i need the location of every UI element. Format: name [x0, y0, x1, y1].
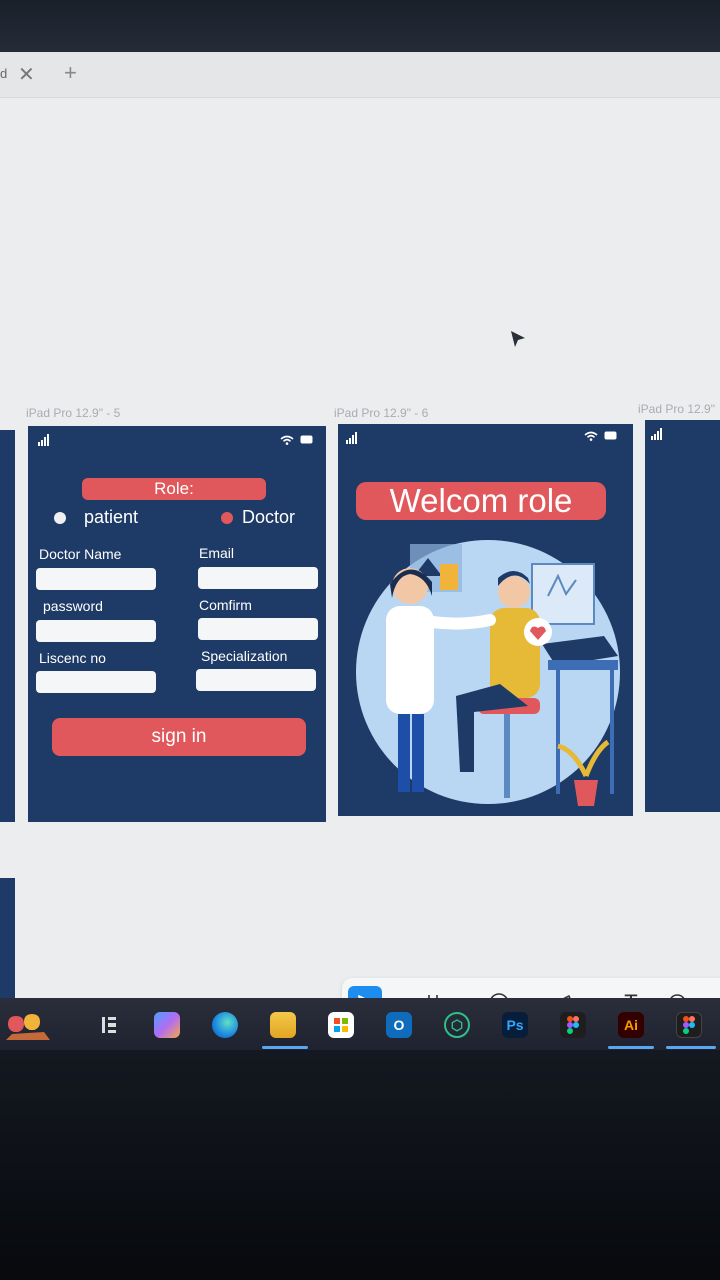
store-icon[interactable] [328, 1012, 354, 1038]
patient-label: patient [84, 507, 139, 527]
bottom-bezel [0, 1050, 720, 1280]
mouse-cursor-icon [511, 331, 525, 347]
copilot-icon[interactable] [154, 1012, 180, 1038]
task-view-icon[interactable] [96, 1012, 122, 1038]
file-explorer-icon[interactable] [270, 1012, 296, 1038]
photoshop-icon[interactable]: Ps [502, 1012, 528, 1038]
partial-frame-left[interactable] [0, 430, 15, 822]
email-field[interactable] [198, 567, 318, 589]
figma-icon[interactable] [560, 1012, 586, 1038]
partial-frame-right[interactable] [645, 420, 720, 812]
email-label: Email [199, 545, 235, 561]
doctor-radio[interactable] [221, 512, 233, 524]
tab-title-fragment[interactable]: d [0, 66, 7, 81]
welcome-title: Welcom role [356, 482, 606, 520]
signal-icon [651, 428, 665, 440]
doctor-label: Doctor [242, 507, 296, 527]
design-canvas[interactable]: iPad Pro 12.9" - 5 iPad Pro 12.9" - 6 iP… [0, 98, 720, 1042]
role-heading: Role: [82, 478, 266, 500]
signal-icon [346, 432, 360, 444]
password-label: password [43, 598, 103, 614]
frame-label-welcome[interactable]: iPad Pro 12.9" - 6 [334, 406, 428, 420]
vpn-shield-icon[interactable]: ⬡ [444, 1012, 470, 1038]
figma-icon[interactable] [676, 1012, 702, 1038]
frame-role-form[interactable]: Role: patient Doctor Doctor Name Email p… [28, 426, 326, 822]
specialization-field[interactable] [196, 669, 316, 691]
figma-window: d ✕ + iPad Pro 12.9" - 5 iPad Pro 12.9" … [0, 52, 720, 1042]
close-tab-icon[interactable]: ✕ [18, 62, 35, 87]
doctor-name-label: Doctor Name [39, 546, 122, 562]
frame-label-right[interactable]: iPad Pro 12.9" [638, 402, 715, 416]
illustrator-icon[interactable]: Ai [618, 1012, 644, 1038]
doctor-name-field[interactable] [36, 568, 156, 590]
sign-in-button[interactable]: sign in [52, 718, 306, 756]
patient-radio[interactable] [54, 512, 66, 524]
license-label: Liscenc no [39, 650, 106, 666]
windows-taskbar: O ⬡ Ps Ai [0, 998, 720, 1050]
specialization-label: Specialization [201, 648, 288, 664]
outlook-icon[interactable]: O [386, 1012, 412, 1038]
battery-icon [604, 431, 617, 440]
wifi-icon [280, 435, 294, 445]
password-field[interactable] [36, 620, 156, 642]
top-bezel [0, 0, 720, 52]
battery-icon [300, 435, 313, 444]
wifi-icon [584, 431, 598, 441]
active-app-indicator [608, 1046, 654, 1049]
signal-icon [38, 434, 52, 446]
frame-label-form[interactable]: iPad Pro 12.9" - 5 [26, 406, 120, 420]
doctor-patient-illustration [356, 540, 620, 806]
active-app-indicator [666, 1046, 716, 1049]
tab-bar: d ✕ + [0, 52, 720, 98]
confirm-label: Comfirm [199, 597, 252, 613]
edge-icon[interactable] [212, 1012, 238, 1038]
partial-frame-left-lower[interactable] [0, 878, 15, 1008]
active-app-indicator [262, 1046, 308, 1049]
license-field[interactable] [36, 671, 156, 693]
new-tab-icon[interactable]: + [64, 60, 77, 86]
confirm-field[interactable] [198, 618, 318, 640]
weather-balloons-icon[interactable] [4, 1012, 52, 1040]
frame-welcome-role[interactable]: Welcom role [338, 424, 633, 816]
